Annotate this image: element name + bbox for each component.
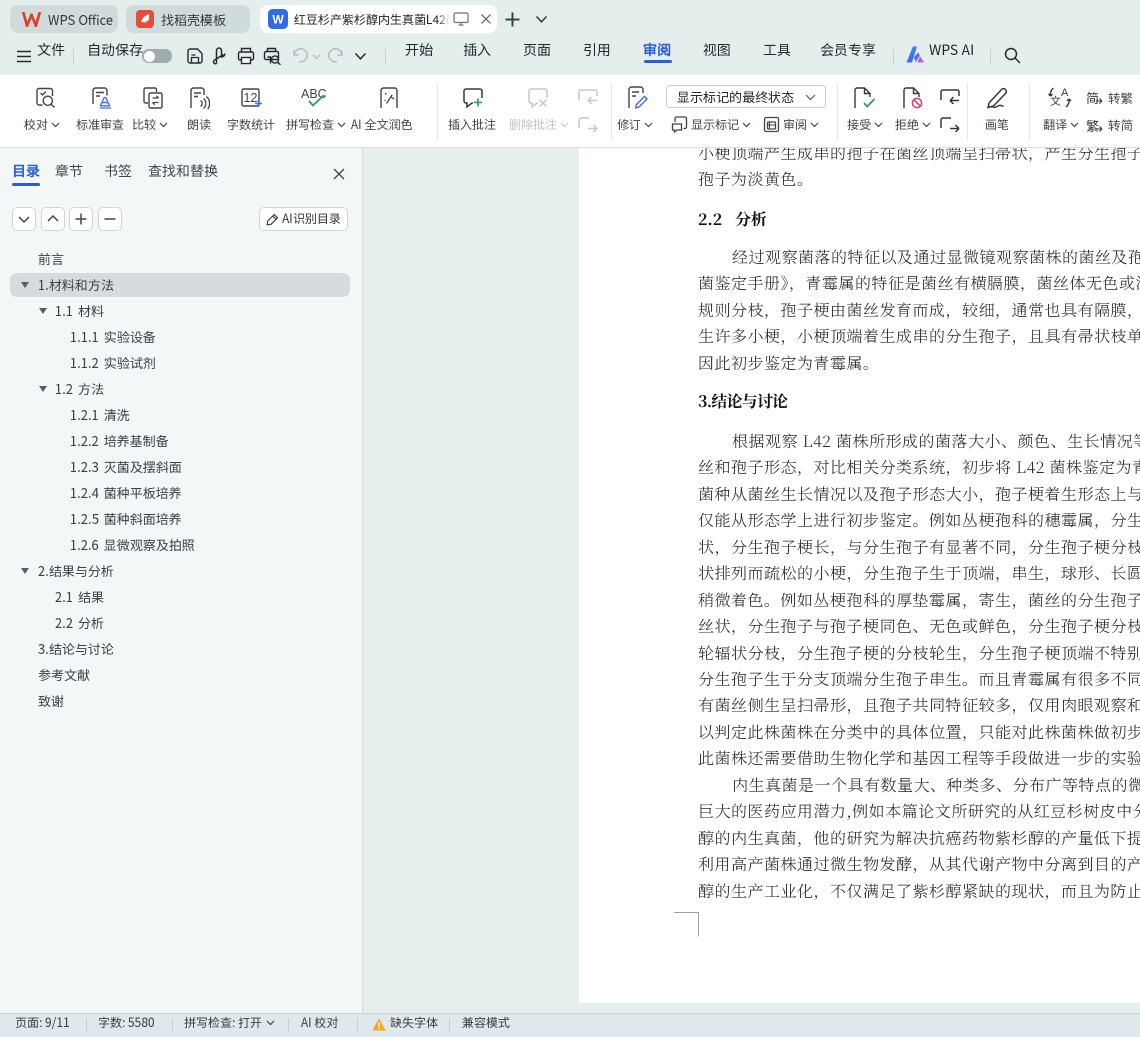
svg-text:A: A xyxy=(1061,87,1069,99)
svg-text:ABC: ABC xyxy=(301,87,327,101)
svg-text:W: W xyxy=(272,13,284,27)
